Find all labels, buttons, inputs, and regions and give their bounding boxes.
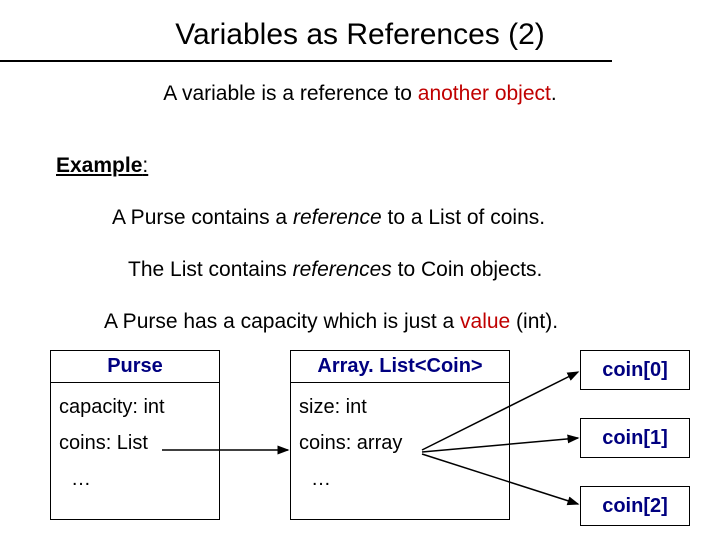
arraylist-head: Array. List<Coin>: [291, 351, 509, 383]
title-underline: [0, 60, 612, 62]
purse-row-capacity: capacity: int: [59, 389, 211, 425]
line3-red: value: [460, 310, 510, 333]
slide: Variables as References (2) A variable i…: [0, 0, 720, 540]
example-label: Example:: [56, 154, 148, 178]
slide-title: Variables as References (2): [175, 18, 545, 52]
title-area: Variables as References (2): [0, 18, 720, 52]
arraylist-body: size: int coins: array …: [291, 383, 509, 501]
line2-post: to Coin objects.: [392, 258, 543, 281]
line1-pre: A Purse contains a: [112, 206, 293, 229]
coin-box-0: coin[0]: [580, 350, 690, 390]
subtitle-post: .: [551, 82, 557, 105]
subtitle-pre: A variable is a reference to: [163, 82, 417, 105]
line3-pre: A Purse has a capacity which is just a: [104, 310, 460, 333]
arraylist-row-ellipsis: …: [299, 461, 501, 497]
arraylist-row-coins: coins: array: [299, 425, 501, 461]
coin-box-1: coin[1]: [580, 418, 690, 458]
line2-pre: The List contains: [128, 258, 293, 281]
example-text: Example: [56, 154, 142, 177]
line3-post: (int).: [510, 310, 558, 333]
subtitle-red: another object: [418, 82, 551, 105]
purse-box: Purse capacity: int coins: List …: [50, 350, 220, 520]
purse-body: capacity: int coins: List …: [51, 383, 219, 501]
arraylist-box: Array. List<Coin> size: int coins: array…: [290, 350, 510, 520]
line1-italic: reference: [293, 206, 382, 229]
line1-post: to a List of coins.: [382, 206, 545, 229]
purse-row-coins: coins: List: [59, 425, 211, 461]
example-colon: :: [142, 154, 148, 177]
body-line-1: A Purse contains a reference to a List o…: [112, 206, 545, 230]
purse-head: Purse: [51, 351, 219, 383]
body-line-3: A Purse has a capacity which is just a v…: [104, 310, 558, 334]
body-line-2: The List contains references to Coin obj…: [128, 258, 542, 282]
subtitle: A variable is a reference to another obj…: [0, 82, 720, 106]
line2-italic: references: [293, 258, 392, 281]
purse-row-ellipsis: …: [59, 461, 211, 497]
arraylist-row-size: size: int: [299, 389, 501, 425]
coin-box-2: coin[2]: [580, 486, 690, 526]
